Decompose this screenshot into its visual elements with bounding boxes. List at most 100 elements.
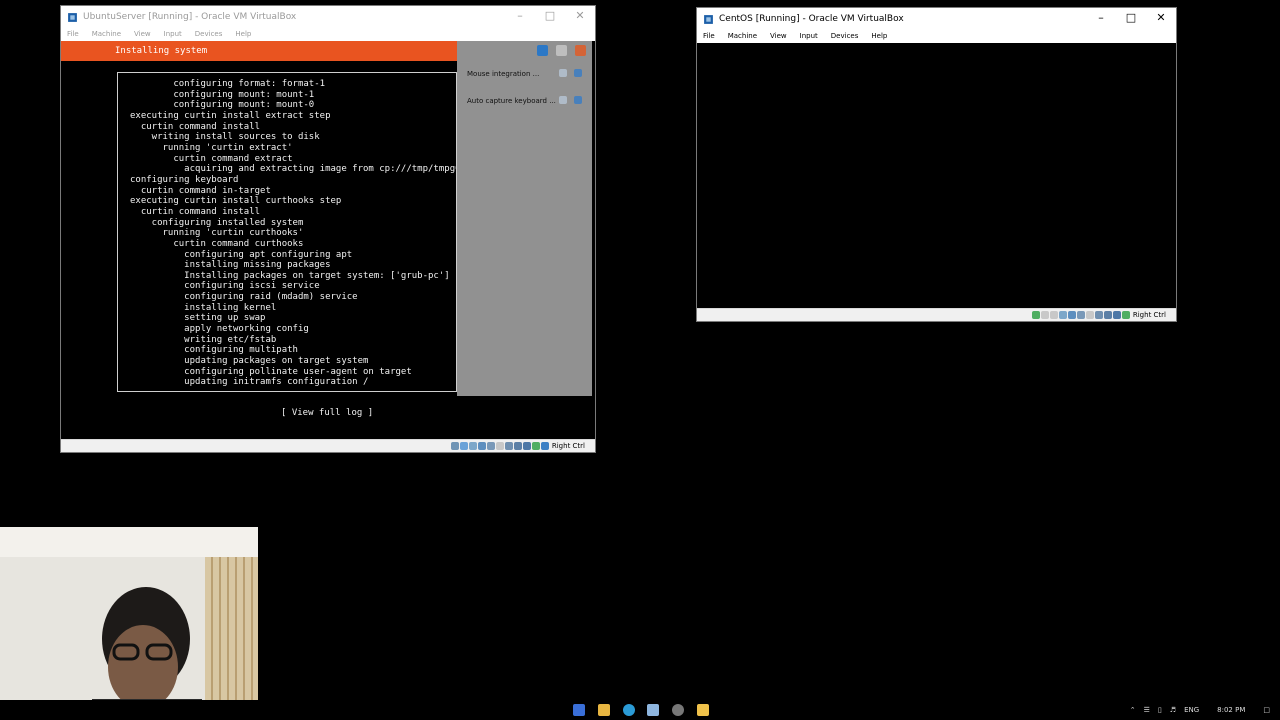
audio-icon[interactable] [1049, 311, 1058, 319]
menu-view[interactable]: View [770, 30, 787, 43]
menu-view[interactable]: View [134, 28, 151, 40]
close-button[interactable]: ✕ [1146, 8, 1176, 30]
notification-panel: Mouse integration ... Auto capture keybo… [457, 41, 592, 396]
pin-icon[interactable] [537, 45, 548, 56]
notification-toggle-icon[interactable] [559, 96, 567, 104]
log-line: curtin command install [130, 206, 261, 217]
usb-icon[interactable] [1067, 311, 1076, 319]
menu-devices[interactable]: Devices [831, 30, 859, 43]
clock[interactable]: 8:02 PM [1217, 706, 1245, 714]
log-line: executing curtin install curthooks step [130, 196, 342, 207]
chevron-up-icon[interactable]: ⌃ [1130, 706, 1136, 714]
network-icon[interactable] [1058, 311, 1067, 319]
centos-titlebar[interactable]: CentOS [Running] - Oracle VM VirtualBox … [697, 8, 1176, 30]
volume-icon[interactable]: ♬ [1170, 706, 1176, 714]
recording-icon[interactable] [513, 442, 522, 450]
log-line: executing curtin install extract step [130, 110, 331, 121]
shared-folders-icon[interactable] [495, 442, 504, 450]
menu-help[interactable]: Help [235, 28, 251, 40]
log-line: setting up swap [130, 313, 266, 324]
cpu-icon[interactable] [522, 442, 531, 450]
log-line: installing kernel [130, 302, 277, 313]
log-line: running 'curtin extract' [130, 142, 293, 153]
log-line: curtin command in-target [130, 185, 271, 196]
recording-icon[interactable] [1094, 311, 1103, 319]
install-log: configuring format: format-1 configuring… [130, 79, 456, 388]
minimize-button[interactable]: – [505, 6, 535, 28]
ubuntu-statusbar: Right Ctrl [61, 439, 595, 452]
network-icon[interactable] [477, 442, 486, 450]
menu-machine[interactable]: Machine [728, 30, 757, 43]
info-icon[interactable] [556, 45, 567, 56]
menu-file[interactable]: File [703, 30, 715, 43]
log-line: configuring pollinate user-agent on targ… [130, 366, 412, 377]
centos-vbox-window[interactable]: CentOS [Running] - Oracle VM VirtualBox … [697, 8, 1176, 321]
edge-browser-icon[interactable] [623, 704, 635, 716]
maximize-button[interactable]: □ [535, 6, 565, 28]
log-line: configuring apt configuring apt [130, 249, 353, 260]
log-line: running 'curtin curthooks' [130, 228, 304, 239]
menu-input[interactable]: Input [800, 30, 818, 43]
log-line: configuring installed system [130, 217, 304, 228]
hard-disk-icon[interactable] [450, 442, 459, 450]
language-indicator[interactable]: ENG [1184, 706, 1199, 714]
notification-toggle-icon[interactable] [559, 69, 567, 77]
usb-icon[interactable] [486, 442, 495, 450]
settings-icon[interactable] [672, 704, 684, 716]
windows-taskbar: ⌃ ☰ ▯ ♬ ENG 8:02 PM □ [0, 700, 1280, 720]
log-line: configuring mount: mount-0 [130, 100, 315, 111]
log-line: configuring multipath [130, 345, 298, 356]
centos-vm-screen[interactable] [697, 43, 1176, 308]
virtualbox-taskbar-icon[interactable] [647, 704, 659, 716]
mouse-integration-icon[interactable] [531, 442, 540, 450]
notification-close-icon[interactable] [574, 69, 582, 77]
log-line: updating packages on target system [130, 356, 369, 367]
taskbar-app-icon[interactable] [573, 704, 585, 716]
log-line: curtin command install [130, 121, 261, 132]
centos-statusbar: Right Ctrl [697, 308, 1176, 321]
notification-close-icon[interactable] [574, 96, 582, 104]
log-line: writing install sources to disk [130, 132, 320, 143]
log-line: writing etc/fstab [130, 334, 277, 345]
menu-help[interactable]: Help [871, 30, 887, 43]
display-icon[interactable] [1085, 311, 1094, 319]
shared-folders-icon[interactable] [1076, 311, 1085, 319]
menu-machine[interactable]: Machine [92, 28, 121, 40]
active-app-icon[interactable] [697, 704, 709, 716]
virtualbox-icon [68, 12, 77, 22]
ubuntu-titlebar[interactable]: UbuntuServer [Running] - Oracle VM Virtu… [61, 6, 595, 28]
optical-drive-icon[interactable] [1040, 311, 1049, 319]
menu-devices[interactable]: Devices [195, 28, 223, 40]
view-full-log-button[interactable]: [ View full log ] [281, 408, 373, 418]
system-tray: ⌃ ☰ ▯ ♬ ENG 8:02 PM □ [1122, 700, 1270, 720]
notification-mouse-integration[interactable]: Mouse integration ... [457, 65, 592, 83]
hard-disk-icon[interactable] [1031, 311, 1040, 319]
close-button[interactable]: ✕ [565, 6, 595, 28]
keyboard-capture-icon[interactable] [1121, 311, 1130, 319]
close-all-icon[interactable] [575, 45, 586, 56]
log-line: configuring keyboard [130, 174, 239, 185]
cpu-icon[interactable] [1103, 311, 1112, 319]
network-tray-icon[interactable]: ☰ [1144, 706, 1150, 714]
menu-file[interactable]: File [67, 28, 79, 40]
minimize-button[interactable]: – [1086, 8, 1116, 30]
ubuntu-vm-screen[interactable]: Installing system configuring format: fo… [61, 41, 595, 439]
ubuntu-vbox-window[interactable]: UbuntuServer [Running] - Oracle VM Virtu… [61, 6, 595, 452]
mouse-integration-icon[interactable] [1112, 311, 1121, 319]
host-key-label: Right Ctrl [1132, 311, 1166, 319]
ubuntu-menubar: File Machine View Input Devices Help [61, 28, 595, 40]
notification-auto-capture[interactable]: Auto capture keyboard ... [457, 92, 592, 110]
file-explorer-icon[interactable] [598, 704, 610, 716]
audio-icon[interactable] [468, 442, 477, 450]
log-line: configuring format: format-1 [130, 79, 326, 89]
menu-input[interactable]: Input [164, 28, 182, 40]
install-log-box[interactable]: configuring format: format-1 configuring… [117, 72, 457, 392]
battery-icon[interactable]: ▯ [1158, 706, 1162, 714]
maximize-button[interactable]: □ [1116, 8, 1146, 30]
log-line: curtin command extract [130, 153, 293, 164]
keyboard-capture-icon[interactable] [540, 442, 549, 450]
log-line: updating initramfs configuration / [130, 377, 369, 388]
notification-center-icon[interactable]: □ [1263, 706, 1270, 714]
display-icon[interactable] [504, 442, 513, 450]
optical-drive-icon[interactable] [459, 442, 468, 450]
